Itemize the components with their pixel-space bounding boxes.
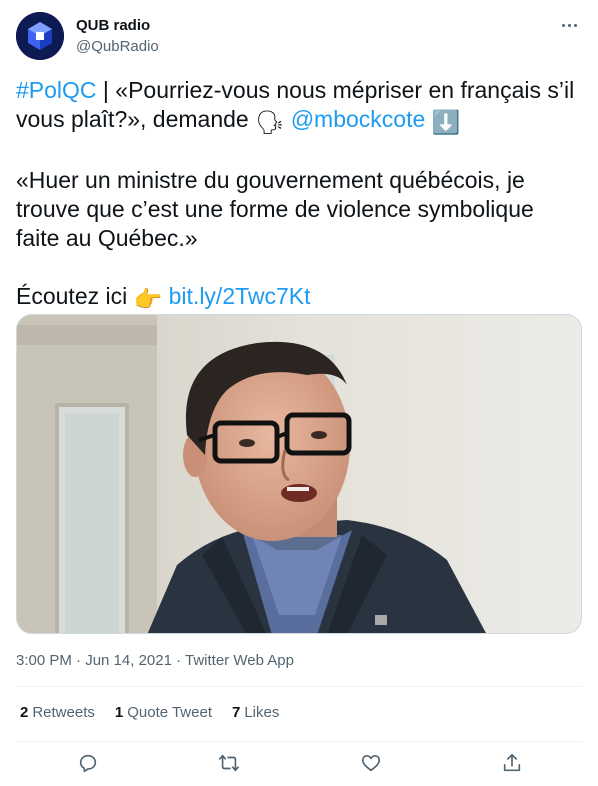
retweets-count: 2 (20, 704, 29, 721)
tweet-quote: «Huer un ministre du gouvernement québéc… (16, 167, 534, 251)
retweets-stat[interactable]: 2 Retweets (20, 704, 95, 721)
likes-label: Likes (244, 704, 280, 721)
tweet-text: #PolQC | «Pourriez-vous nous mépriser en… (16, 76, 582, 314)
quote-tweets-stat[interactable]: 1 Quote Tweet (115, 704, 212, 721)
account-name[interactable]: QUB radio (76, 17, 150, 34)
avatar[interactable] (16, 12, 64, 60)
speaking-head-icon: 🗣 (255, 109, 285, 135)
tweet-card: QUB radio @QubRadio #PolQC | «Pourriez-v… (0, 0, 598, 786)
divider (16, 741, 582, 742)
short-link[interactable]: bit.ly/2Twc7Kt (169, 283, 311, 309)
qub-logo-icon (16, 12, 64, 60)
mention-link[interactable]: @mbockcote (291, 106, 426, 132)
down-arrow-icon: ⬇️ (431, 109, 461, 135)
reply-icon[interactable] (75, 750, 101, 776)
tweet-stats: 2 Retweets 1 Quote Tweet 7 Likes (20, 704, 279, 721)
account-handle[interactable]: @QubRadio (76, 38, 159, 55)
tweet-timestamp[interactable]: 3:00 PM · Jun 14, 2021 · (16, 652, 185, 669)
divider (16, 686, 582, 687)
tweet-photo[interactable] (16, 314, 582, 634)
man-portrait-photo (17, 315, 581, 633)
share-icon[interactable] (499, 750, 525, 776)
tweet-paragraph-3: Écoutez ici 👉 bit.ly/2Twc7Kt (16, 282, 582, 314)
hashtag-link[interactable]: #PolQC (16, 77, 97, 103)
likes-stat[interactable]: 7 Likes (232, 704, 279, 721)
listen-text: Écoutez ici (16, 283, 134, 309)
quote-tweets-label: Quote Tweet (127, 704, 212, 721)
tweet-paragraph-1: #PolQC | «Pourriez-vous nous mépriser en… (16, 76, 582, 137)
tweet-source[interactable]: Twitter Web App (185, 652, 294, 669)
tweet-actions (16, 748, 582, 778)
more-options-icon[interactable] (558, 16, 580, 34)
pointing-hand-icon: 👉 (133, 286, 163, 312)
retweet-icon[interactable] (216, 750, 242, 776)
like-icon[interactable] (358, 750, 384, 776)
quote-tweets-count: 1 (114, 704, 124, 721)
retweets-label: Retweets (32, 704, 95, 721)
likes-count: 7 (232, 704, 241, 721)
tweet-meta: 3:00 PM · Jun 14, 2021 · Twitter Web App (16, 652, 294, 669)
tweet-header: QUB radio @QubRadio (16, 12, 582, 62)
